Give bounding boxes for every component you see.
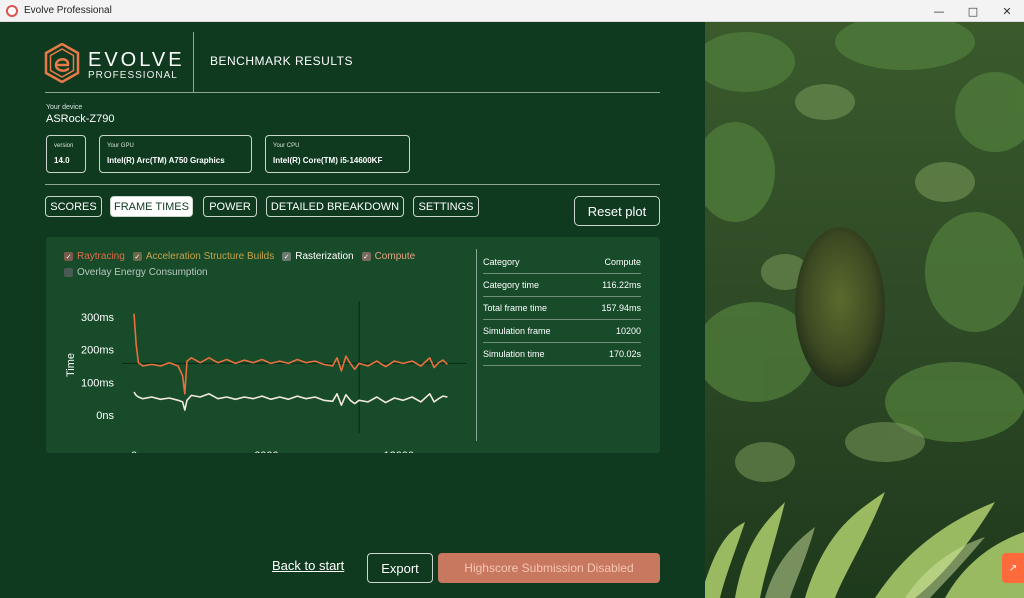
- gpu-box: Your GPU Intel(R) Arc(TM) A750 Graphics: [99, 135, 252, 173]
- brand-sub: PROFESSIONAL: [88, 70, 178, 81]
- stats-divider: [476, 249, 477, 441]
- minimize-icon[interactable]: —: [922, 0, 956, 22]
- stat-label: Category time: [483, 280, 540, 290]
- version-label: version: [54, 143, 74, 149]
- close-icon[interactable]: ✕: [990, 0, 1024, 22]
- stat-label: Category: [483, 257, 520, 267]
- stat-label: Simulation time: [483, 349, 545, 359]
- y-tick-label: 200ms: [81, 345, 115, 357]
- device-label: Your device: [46, 104, 83, 111]
- stats-header-row: Category Compute: [483, 251, 641, 274]
- app-icon: [6, 4, 18, 17]
- stat-value: 170.02s: [608, 349, 641, 359]
- cpu-value: Intel(R) Core(TM) i5-14600KF: [273, 156, 383, 165]
- stat-label: Total frame time: [483, 303, 548, 313]
- stat-value: 10200: [615, 326, 641, 336]
- series-line-0: [133, 313, 448, 395]
- title-bar: Evolve Professional — □ ✕: [0, 0, 1024, 22]
- back-to-start-link[interactable]: Back to start: [272, 558, 344, 573]
- stat-row: Category time 116.22ms: [483, 274, 641, 297]
- brand-name: EVOLVE: [88, 49, 185, 71]
- highscore-submission-button: Highscore Submission Disabled: [438, 553, 660, 583]
- version-value: 14.0: [54, 156, 70, 165]
- share-icon[interactable]: ↗: [1002, 553, 1024, 583]
- reset-plot-button[interactable]: Reset plot: [574, 196, 660, 226]
- cpu-label: Your CPU: [273, 143, 300, 149]
- version-box: version 14.0: [46, 135, 86, 173]
- divider: [45, 92, 660, 93]
- window-controls: — □ ✕: [922, 0, 1024, 22]
- divider: [45, 184, 660, 185]
- tab-power[interactable]: POWER: [203, 196, 257, 217]
- series-line-1: [133, 391, 448, 411]
- y-tick-label: 300ms: [81, 312, 115, 324]
- tab-detailed-breakdown[interactable]: DETAILED BREAKDOWN: [266, 196, 404, 217]
- window-title: Evolve Professional: [24, 5, 112, 16]
- stat-value: 116.22ms: [602, 280, 641, 290]
- cpu-box: Your CPU Intel(R) Core(TM) i5-14600KF: [265, 135, 410, 173]
- x-tick-label: 0: [131, 450, 137, 453]
- stat-value: 157.94ms: [601, 303, 641, 313]
- gpu-label: Your GPU: [107, 143, 134, 149]
- stats-table: Category Compute Category time 116.22ms …: [483, 251, 641, 366]
- gpu-value: Intel(R) Arc(TM) A750 Graphics: [107, 156, 225, 165]
- y-tick-label: 0ns: [96, 410, 114, 422]
- stat-row: Simulation time 170.02s: [483, 343, 641, 366]
- foliage-illustration: [705, 22, 1024, 598]
- foliage-background-image: ↗: [705, 22, 1024, 598]
- brand: EVOLVE PROFESSIONAL: [88, 50, 185, 81]
- maximize-icon[interactable]: □: [956, 0, 990, 22]
- y-axis-title: Time: [65, 353, 77, 377]
- main-panel: EVOLVE PROFESSIONAL BENCHMARK RESULTS Yo…: [0, 22, 705, 598]
- device-name: ASRock-Z790: [46, 113, 115, 125]
- x-tick-label: 6000: [254, 450, 278, 453]
- frame-times-chart[interactable]: Time 300ms 200ms 100ms 0ns 0 6000 12000: [46, 237, 476, 453]
- frame-times-chart-panel: ✓ Raytracing ✓ Acceleration Structure Bu…: [46, 237, 660, 453]
- y-tick-label: 100ms: [81, 377, 115, 389]
- stat-row: Total frame time 157.94ms: [483, 297, 641, 320]
- stat-row: Simulation frame 10200: [483, 320, 641, 343]
- stat-value: Compute: [604, 257, 641, 267]
- tab-frame-times[interactable]: FRAME TIMES: [110, 196, 193, 217]
- tab-settings[interactable]: SETTINGS: [413, 196, 479, 217]
- x-tick-label: 12000: [384, 450, 415, 453]
- stat-label: Simulation frame: [483, 326, 551, 336]
- header-divider: [193, 32, 194, 92]
- page-title: BENCHMARK RESULTS: [210, 54, 353, 68]
- export-button[interactable]: Export: [367, 553, 433, 583]
- evolve-logo-icon: [44, 43, 80, 83]
- tab-scores[interactable]: SCORES: [45, 196, 102, 217]
